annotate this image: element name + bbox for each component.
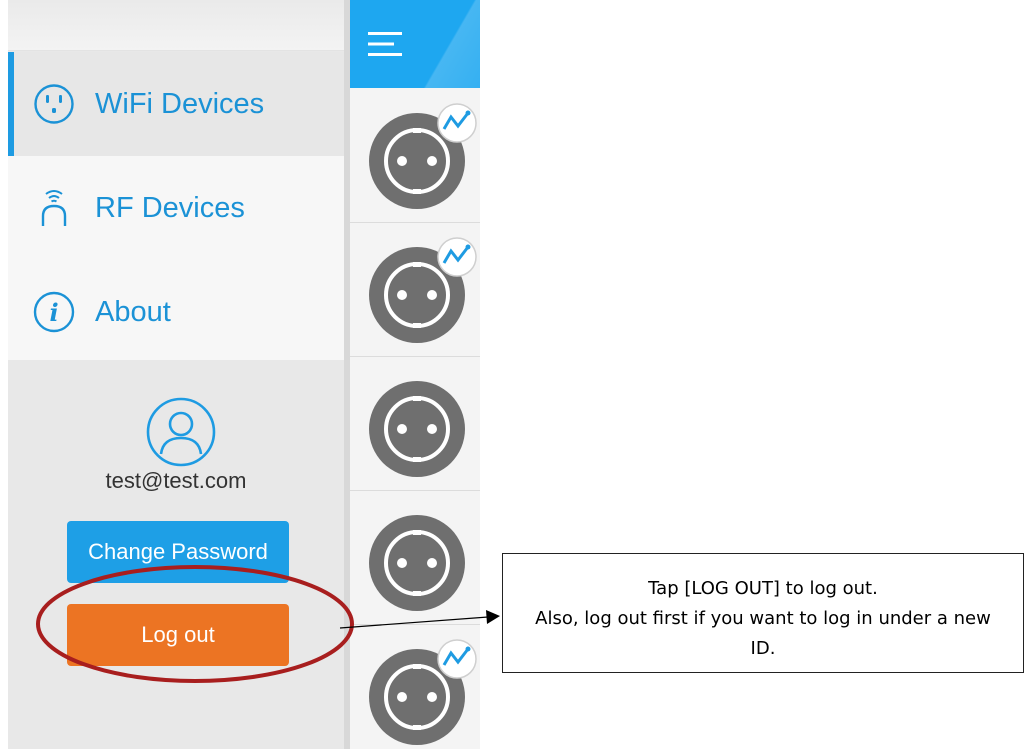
svg-text:i: i [49, 298, 58, 327]
menu-item-wifi-devices[interactable]: WiFi Devices [8, 52, 344, 156]
device-list-panel [344, 0, 480, 749]
drawer-menu: WiFi Devices RF Devices i About [8, 52, 344, 360]
device-row[interactable] [350, 88, 480, 223]
device-row[interactable] [350, 356, 480, 491]
statistics-badge-icon[interactable] [436, 236, 478, 278]
app-header [350, 0, 480, 88]
outlet-icon [34, 84, 74, 124]
device-row[interactable] [350, 624, 480, 749]
device-row[interactable] [350, 490, 480, 625]
callout-line-1: Tap [LOG OUT] to log out. [648, 578, 878, 599]
account-section: test@test.com Change Password Log out [8, 360, 344, 749]
hamburger-menu-icon[interactable] [368, 30, 402, 58]
rf-remote-icon [41, 190, 67, 226]
info-icon: i [33, 291, 75, 333]
instruction-callout: Tap [LOG OUT] to log out. Also, log out … [502, 553, 1024, 673]
menu-item-rf-devices[interactable]: RF Devices [8, 156, 344, 260]
user-avatar-icon [146, 397, 216, 467]
statistics-badge-icon[interactable] [436, 638, 478, 680]
highlight-ellipse [36, 565, 354, 683]
statistics-badge-icon[interactable] [436, 102, 478, 144]
menu-item-about[interactable]: i About [8, 260, 344, 364]
menu-label-about: About [95, 295, 171, 328]
socket-icon [369, 381, 465, 477]
phone-screen: WiFi Devices RF Devices i About test@tes… [8, 0, 480, 749]
account-email: test@test.com [105, 468, 247, 493]
menu-label-wifi-devices: WiFi Devices [95, 87, 265, 120]
device-row[interactable] [350, 222, 480, 357]
menu-label-rf-devices: RF Devices [95, 191, 245, 224]
drawer-header [8, 0, 344, 51]
socket-icon [369, 515, 465, 611]
callout-line-2: Also, log out first if you want to log i… [535, 608, 991, 659]
